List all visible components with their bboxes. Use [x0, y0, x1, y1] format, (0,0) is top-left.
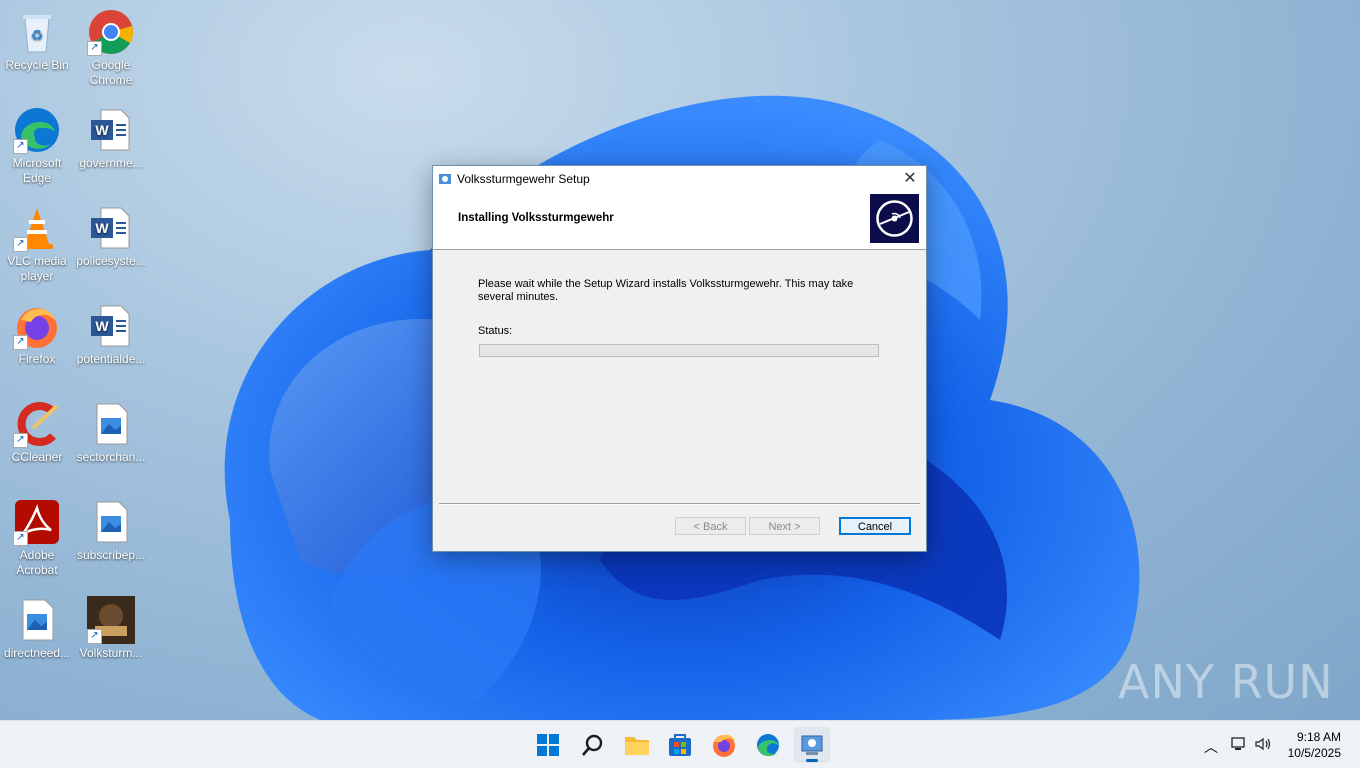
clock[interactable]: 9:18 AM 10/5/2025 — [1288, 729, 1341, 761]
desktop-icon-image-directneed[interactable]: directneed... — [0, 590, 74, 682]
icon-label: potentialde... — [76, 352, 146, 366]
desktop-icon-word-doc-policesyste[interactable]: W policesyste... — [74, 198, 148, 290]
svg-text:W: W — [95, 318, 109, 334]
taskbar: ︿ 9:18 AM 10/5/2025 — [0, 720, 1360, 768]
dialog-title: Volkssturmgewehr Setup — [457, 172, 590, 186]
file-explorer-icon — [625, 737, 649, 755]
firefox-icon — [713, 734, 735, 757]
icon-label: Microsoft Edge — [12, 156, 62, 185]
store-icon — [669, 734, 691, 756]
vlc-cone-icon: ↗ — [13, 204, 61, 252]
anyrun-watermark: ANY RUN — [1118, 655, 1334, 709]
image-file-icon — [87, 400, 135, 448]
system-tray: ︿ — [1200, 721, 1280, 768]
desktop-icon-volksturm[interactable]: ↗ Volksturm... — [74, 590, 148, 682]
installer-disc-icon — [870, 194, 919, 243]
shortcut-arrow-icon: ↗ — [13, 433, 28, 448]
shortcut-arrow-icon: ↗ — [13, 237, 28, 252]
clock-date: 10/5/2025 — [1287, 746, 1341, 760]
back-button[interactable]: < Back — [675, 517, 746, 535]
desktop-icon-image-sectorchan[interactable]: sectorchan... — [74, 394, 148, 486]
install-message: Please wait while the Setup Wizard insta… — [478, 278, 854, 303]
svg-text:W: W — [95, 122, 109, 138]
dialog-banner: Installing Volkssturmgewehr — [433, 192, 926, 250]
ccleaner-icon: ↗ — [13, 400, 61, 448]
installer-icon — [801, 735, 823, 755]
setup-dialog: Volkssturmgewehr Setup ✕ Installing Volk… — [432, 165, 927, 552]
icon-label: Volksturm... — [79, 646, 143, 660]
setup-taskbar-button[interactable] — [794, 727, 830, 763]
icon-label: sectorchan... — [76, 450, 146, 464]
desktop-icon-image-subscribep[interactable]: subscribep... — [74, 492, 148, 584]
image-file-icon — [13, 596, 61, 644]
dialog-separator — [439, 503, 920, 505]
store-button[interactable] — [662, 727, 698, 763]
desktop-icon-google-chrome[interactable]: ↗ Google Chrome — [74, 2, 148, 94]
icon-label: policesyste... — [76, 254, 146, 268]
start-button[interactable] — [530, 727, 566, 763]
recycle-bin-icon: ♻ — [13, 8, 61, 56]
next-button[interactable]: Next > — [749, 517, 820, 535]
fallout-game-icon: ↗ — [87, 596, 135, 644]
chrome-icon: ↗ — [87, 8, 135, 56]
edge-taskbar-button[interactable] — [750, 727, 786, 763]
chevron-up-icon[interactable]: ︿ — [1204, 737, 1218, 757]
icon-label: Google Chrome — [89, 58, 133, 87]
volume-icon[interactable] — [1254, 735, 1272, 756]
status-label: Status: — [478, 325, 513, 337]
shortcut-arrow-icon: ↗ — [87, 41, 102, 56]
file-explorer-button[interactable] — [619, 727, 655, 763]
clock-time: 9:18 AM — [1296, 730, 1341, 744]
icon-label: Recycle Bin — [5, 58, 69, 72]
search-icon — [582, 734, 603, 756]
icon-label: Firefox — [18, 352, 56, 366]
svg-text:W: W — [95, 220, 109, 236]
icon-label: directneed... — [3, 646, 71, 660]
desktop-icon-word-doc-potentialde[interactable]: W potentialde... — [74, 296, 148, 388]
desktop-icon-recycle-bin[interactable]: ♻ Recycle Bin — [0, 2, 74, 94]
shortcut-arrow-icon: ↗ — [13, 531, 28, 546]
active-indicator — [806, 759, 818, 762]
firefox-icon: ↗ — [13, 302, 61, 350]
install-progress-bar — [479, 344, 879, 357]
icon-label: VLC media player — [7, 254, 67, 283]
search-button[interactable] — [575, 727, 611, 763]
setup-app-icon — [438, 172, 452, 186]
desktop-icon-firefox[interactable]: ↗ Firefox — [0, 296, 74, 388]
network-icon[interactable] — [1230, 735, 1248, 756]
desktop-icon-word-doc-governme[interactable]: W governme... — [74, 100, 148, 192]
windows-start-icon — [537, 734, 559, 756]
svg-text:♻: ♻ — [31, 27, 44, 43]
icon-label: governme... — [79, 156, 143, 170]
word-document-icon: W — [87, 302, 135, 350]
edge-icon — [757, 734, 779, 756]
icon-label: CCleaner — [11, 450, 63, 464]
desktop-icon-ccleaner[interactable]: ↗ CCleaner — [0, 394, 74, 486]
cancel-button[interactable]: Cancel — [839, 517, 911, 535]
desktop-icon-adobe-acrobat[interactable]: ↗ Adobe Acrobat — [0, 492, 74, 584]
word-document-icon: W — [87, 106, 135, 154]
edge-icon: ↗ — [13, 106, 61, 154]
shortcut-arrow-icon: ↗ — [87, 629, 102, 644]
icon-label: Adobe Acrobat — [16, 548, 58, 577]
icon-label: subscribep... — [76, 548, 146, 562]
dialog-titlebar[interactable]: Volkssturmgewehr Setup ✕ — [433, 166, 926, 192]
firefox-taskbar-button[interactable] — [706, 727, 742, 763]
shortcut-arrow-icon: ↗ — [13, 139, 28, 154]
word-document-icon: W — [87, 204, 135, 252]
dialog-heading: Installing Volkssturmgewehr — [458, 212, 614, 224]
desktop-icon-microsoft-edge[interactable]: ↗ Microsoft Edge — [0, 100, 74, 192]
close-button[interactable]: ✕ — [894, 166, 926, 192]
desktop-icon-vlc[interactable]: ↗ VLC media player — [0, 198, 74, 290]
acrobat-icon: ↗ — [13, 498, 61, 546]
image-file-icon — [87, 498, 135, 546]
shortcut-arrow-icon: ↗ — [13, 335, 28, 350]
